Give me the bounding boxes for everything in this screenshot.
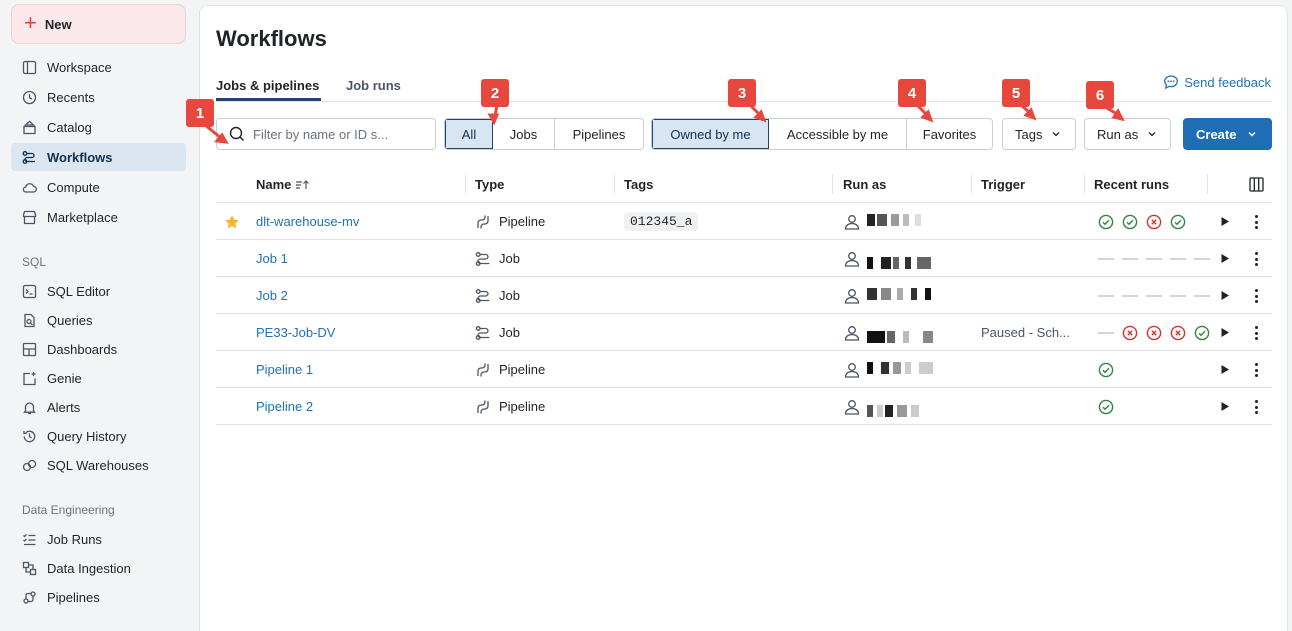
annotation-badge: 3 — [728, 79, 756, 107]
annotation-badge: 1 — [186, 99, 214, 127]
annotation-badge: 4 — [898, 79, 926, 107]
annotation-badge: 5 — [1002, 79, 1030, 107]
annotation-badge: 6 — [1086, 81, 1114, 109]
annotation-badge: 2 — [481, 79, 509, 107]
